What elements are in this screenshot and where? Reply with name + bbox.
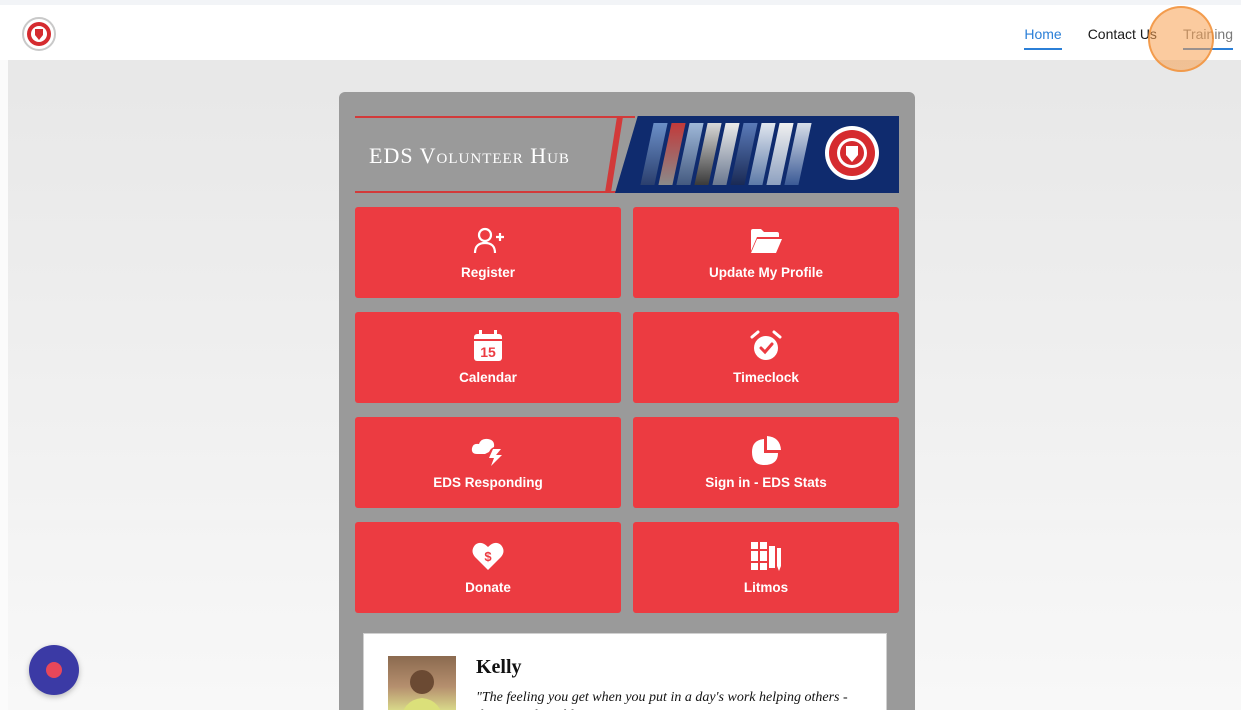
testimonial-name: Kelly [476, 656, 522, 678]
banner-title: EDS Volunteer Hub [369, 143, 570, 168]
testimonial-card: Kelly "The feeling you get when you put … [363, 633, 887, 710]
testimonial-quote: "The feeling you get when you put in a d… [476, 690, 848, 710]
banner-title-area: EDS Volunteer Hub [355, 116, 635, 193]
salvation-army-logo[interactable] [22, 17, 56, 51]
calendar-tile[interactable]: 15 Calendar [355, 312, 621, 403]
donate-tile[interactable]: $ Donate [355, 522, 621, 613]
tile-label: Register [460, 265, 516, 280]
eds-stats-tile[interactable]: Sign in - EDS Stats [633, 417, 899, 508]
page-edge [0, 60, 8, 710]
tile-label: Timeclock [733, 370, 799, 385]
tile-label: Litmos [743, 580, 789, 595]
tile-label: Update My Profile [708, 265, 824, 280]
calendar-day-number: 15 [480, 344, 496, 360]
chat-widget-button[interactable] [29, 645, 79, 695]
update-profile-tile[interactable]: Update My Profile [633, 207, 899, 298]
tile-label: EDS Responding [433, 475, 543, 490]
eds-seal-logo [825, 126, 879, 180]
nav-contact-us[interactable]: Contact Us [1088, 26, 1157, 50]
nav-home[interactable]: Home [1024, 26, 1062, 50]
calendar-icon: 15 [473, 330, 503, 362]
heart-dollar-icon: $ [472, 540, 504, 572]
hub-panel: EDS Volunteer Hub Register Update My Pro… [339, 92, 915, 710]
top-navigation-bar: Home Contact Us Training [0, 0, 1241, 60]
alarm-clock-icon [750, 330, 782, 362]
user-plus-icon [472, 225, 504, 257]
nav-training[interactable]: Training [1182, 26, 1233, 50]
storm-bolt-icon [471, 435, 505, 467]
tile-label: Sign in - EDS Stats [705, 475, 827, 490]
register-tile[interactable]: Register [355, 207, 621, 298]
folder-open-icon [749, 225, 783, 257]
svg-text:$: $ [484, 549, 492, 564]
chat-icon [46, 662, 62, 678]
litmos-tile[interactable]: Litmos [633, 522, 899, 613]
tile-label: Calendar [459, 370, 517, 385]
testimonial-photo [388, 656, 456, 710]
hub-banner: EDS Volunteer Hub [355, 116, 899, 193]
books-icon [750, 540, 782, 572]
main-nav: Home Contact Us Training [1024, 26, 1233, 50]
eds-responding-tile[interactable]: EDS Responding [355, 417, 621, 508]
tile-label: Donate [465, 580, 511, 595]
timeclock-tile[interactable]: Timeclock [633, 312, 899, 403]
pie-chart-icon [750, 435, 782, 467]
